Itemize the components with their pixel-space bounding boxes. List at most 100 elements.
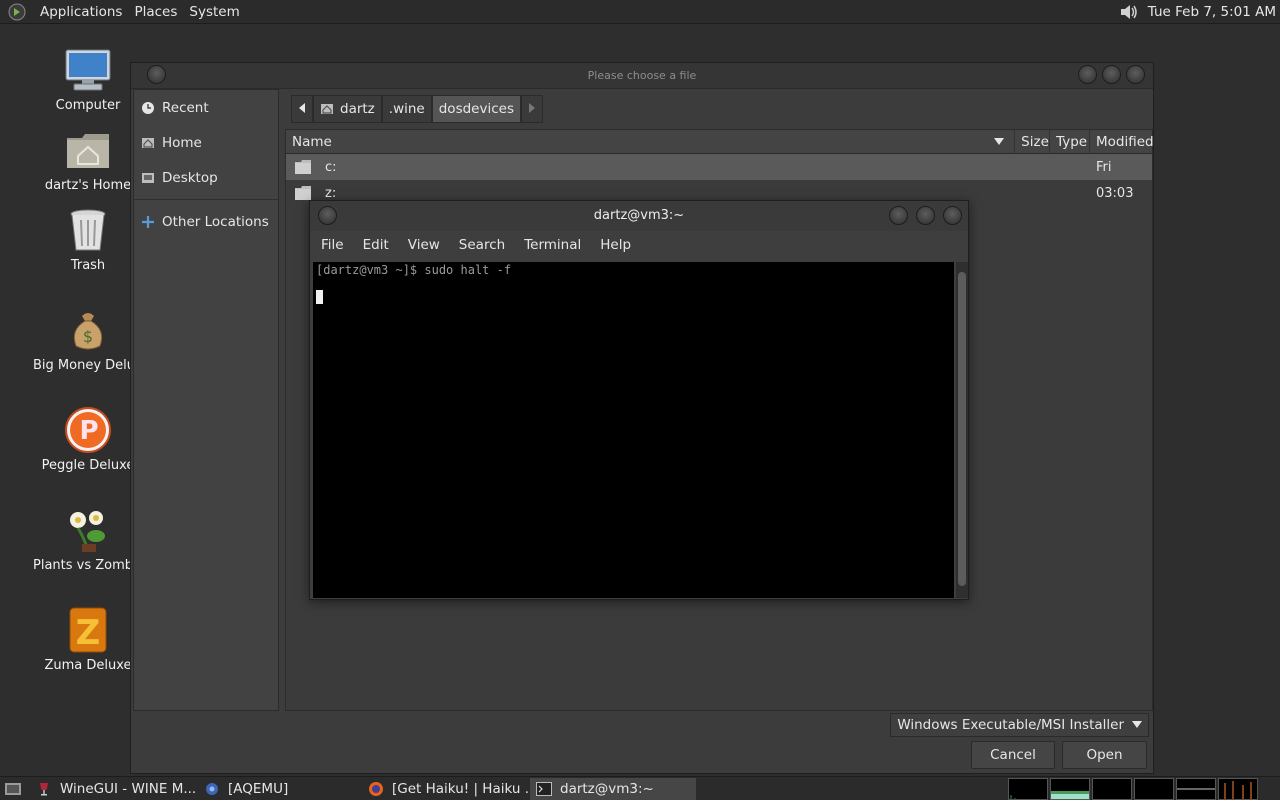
desktop-icon-trash[interactable]: Trash bbox=[33, 206, 143, 273]
top-panel: Applications Places System Tue Feb 7, 5:… bbox=[0, 0, 1280, 24]
speaker-icon[interactable] bbox=[1116, 0, 1142, 24]
path-segment-dosdevices[interactable]: dosdevices bbox=[431, 95, 521, 123]
load-monitor[interactable] bbox=[1176, 778, 1216, 800]
cpu-monitor[interactable] bbox=[1008, 778, 1048, 800]
file-type-filter[interactable]: Windows Executable/MSI Installer bbox=[890, 713, 1149, 737]
file-modified: 03:03 bbox=[1096, 185, 1134, 201]
terminal-screen[interactable]: [dartz@vm3 ~]$ sudo halt -f bbox=[313, 262, 954, 598]
desktop-icon-label: Computer bbox=[55, 98, 121, 113]
computer-icon bbox=[64, 46, 112, 94]
column-modified-label: Modified bbox=[1096, 133, 1154, 150]
taskbar: WineGUI - WINE M... [AQEMU] [Get Haiku! … bbox=[0, 776, 1280, 800]
terminal-title: dartz@vm3:~ bbox=[593, 208, 685, 223]
svg-text:$: $ bbox=[83, 327, 93, 346]
cancel-button[interactable]: Cancel bbox=[971, 741, 1055, 769]
clock-icon bbox=[140, 100, 156, 116]
gnome-foot-icon[interactable] bbox=[6, 1, 28, 23]
show-desktop-button[interactable] bbox=[0, 778, 30, 800]
menu-edit[interactable]: Edit bbox=[356, 237, 396, 253]
plant-icon bbox=[64, 506, 112, 554]
desktop-icon-plants-vs-zombies[interactable]: Plants vs Zombies bbox=[33, 506, 143, 573]
show-desktop-icon bbox=[4, 781, 22, 797]
file-name: z: bbox=[325, 185, 337, 201]
terminal-menubar: File Edit View Search Terminal Help bbox=[310, 231, 968, 259]
taskbar-item-aqemu[interactable]: [AQEMU] bbox=[198, 778, 362, 800]
maximize-button[interactable] bbox=[916, 206, 935, 225]
minimize-button[interactable] bbox=[1078, 65, 1097, 84]
plus-icon bbox=[140, 214, 156, 230]
zuma-icon: Z bbox=[64, 606, 112, 654]
window-menu-button[interactable] bbox=[147, 65, 166, 84]
close-button[interactable] bbox=[943, 206, 962, 225]
column-header-type[interactable]: Type bbox=[1049, 129, 1089, 154]
column-header-modified[interactable]: Modified bbox=[1089, 129, 1154, 154]
taskbar-item-label: dartz@vm3:~ bbox=[560, 780, 654, 797]
places-item-recent[interactable]: Recent bbox=[134, 90, 278, 125]
desktop-icon-label: Plants vs Zombies bbox=[33, 558, 143, 573]
path-forward-button[interactable] bbox=[520, 95, 543, 123]
terminal-icon bbox=[536, 781, 552, 797]
table-row[interactable]: c: Fri bbox=[286, 154, 1152, 180]
minimize-button[interactable] bbox=[889, 206, 908, 225]
clock[interactable]: Tue Feb 7, 5:01 AM bbox=[1142, 4, 1280, 20]
column-size-label: Size bbox=[1021, 133, 1049, 150]
desktop-icon-peggle[interactable]: P Peggle Deluxe bbox=[33, 406, 143, 473]
places-item-label: Desktop bbox=[162, 169, 218, 186]
home-folder-icon bbox=[64, 126, 112, 174]
taskbar-item-label: WineGUI - WINE M... bbox=[60, 780, 197, 797]
desktop-icon-label: Trash bbox=[70, 258, 106, 273]
aqemu-icon bbox=[204, 781, 220, 797]
terminal-titlebar[interactable]: dartz@vm3:~ bbox=[310, 201, 968, 231]
window-menu-button[interactable] bbox=[318, 206, 337, 225]
chevron-left-icon bbox=[298, 101, 306, 117]
places-item-label: Recent bbox=[162, 99, 209, 116]
places-item-other-locations[interactable]: Other Locations bbox=[134, 204, 278, 239]
path-segment-label: .wine bbox=[388, 101, 425, 117]
column-header-name[interactable]: Name bbox=[286, 130, 1014, 154]
terminal-window: dartz@vm3:~ File Edit View Search Termin… bbox=[309, 200, 969, 600]
dialog-titlebar[interactable]: Please choose a file bbox=[131, 63, 1153, 89]
terminal-scrollbar[interactable] bbox=[956, 262, 968, 598]
taskbar-item-terminal[interactable]: dartz@vm3:~ bbox=[530, 777, 696, 800]
menu-file[interactable]: File bbox=[314, 237, 351, 253]
places-item-home[interactable]: Home bbox=[134, 125, 278, 160]
home-icon bbox=[140, 135, 156, 151]
desktop-icon-big-money[interactable]: $ Big Money Deluxe bbox=[33, 306, 143, 373]
system-menu[interactable]: System bbox=[183, 0, 245, 24]
path-segment-label: dosdevices bbox=[438, 101, 514, 117]
system-monitors bbox=[1008, 778, 1258, 800]
close-button[interactable] bbox=[1126, 65, 1145, 84]
menu-search[interactable]: Search bbox=[452, 237, 512, 253]
path-segment-label: dartz bbox=[340, 101, 375, 117]
column-header-size[interactable]: Size bbox=[1014, 129, 1049, 154]
places-item-desktop[interactable]: Desktop bbox=[134, 160, 278, 195]
open-button[interactable]: Open bbox=[1062, 741, 1147, 769]
swap-monitor[interactable] bbox=[1134, 778, 1174, 800]
places-item-label: Other Locations bbox=[162, 213, 269, 230]
taskbar-item-firefox[interactable]: [Get Haiku! | Haiku ... bbox=[362, 778, 530, 800]
network-monitor[interactable] bbox=[1092, 778, 1132, 800]
path-back-button[interactable] bbox=[291, 95, 313, 123]
maximize-button[interactable] bbox=[1102, 65, 1121, 84]
desktop-icon-label: Zuma Deluxe bbox=[44, 658, 132, 673]
desktop-icon-computer[interactable]: Computer bbox=[33, 46, 143, 113]
scrollbar-thumb[interactable] bbox=[958, 272, 966, 586]
menu-terminal[interactable]: Terminal bbox=[517, 237, 588, 253]
menu-view[interactable]: View bbox=[401, 237, 447, 253]
home-icon bbox=[320, 102, 334, 116]
disk-monitor[interactable] bbox=[1218, 778, 1258, 800]
folder-icon bbox=[295, 186, 311, 200]
desktop-icon-zuma[interactable]: Z Zuma Deluxe bbox=[33, 606, 143, 673]
path-segment-wine[interactable]: .wine bbox=[381, 95, 432, 123]
memory-monitor[interactable] bbox=[1050, 778, 1090, 800]
firefox-icon bbox=[368, 781, 384, 797]
places-menu[interactable]: Places bbox=[128, 0, 183, 24]
file-name: c: bbox=[325, 159, 337, 175]
path-segment-dartz[interactable]: dartz bbox=[313, 95, 382, 123]
menu-help[interactable]: Help bbox=[593, 237, 638, 253]
applications-menu[interactable]: Applications bbox=[34, 0, 128, 24]
taskbar-item-winegui[interactable]: WineGUI - WINE M... bbox=[30, 778, 198, 800]
peggle-icon: P bbox=[64, 406, 112, 454]
file-list-header: Name Size Type Modified bbox=[286, 129, 1154, 154]
desktop-icon-home[interactable]: dartz's Home bbox=[33, 126, 143, 193]
